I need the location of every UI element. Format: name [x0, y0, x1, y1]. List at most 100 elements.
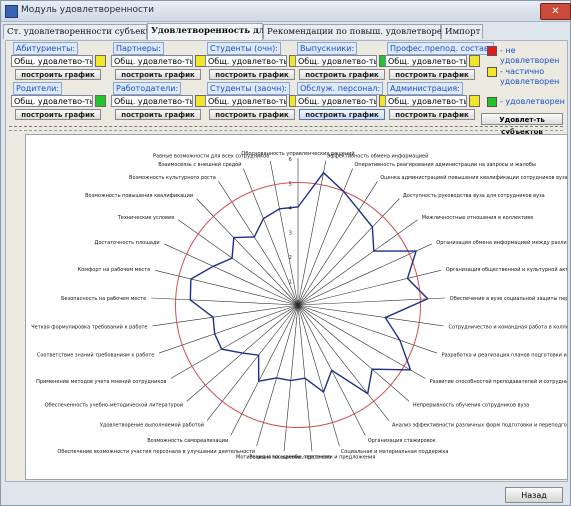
category-label: Четкая формулировка требований к работе	[31, 324, 147, 331]
category-label: Возможность культурного роста	[129, 175, 216, 181]
group-label: Партнеры:	[113, 42, 164, 55]
build-chart-button[interactable]: построить график	[209, 109, 295, 120]
radar-chart-frame: 1 2 3 4 5 6 Обоснованность управленческих реше…	[25, 134, 568, 480]
group-label: Студенты (заочн):	[207, 82, 291, 95]
category-label: Обеспечение в вузе социальной защиты пер…	[450, 295, 567, 302]
category-label: Соответствие знаний требованиям к работе	[37, 352, 155, 359]
radar-spoke	[196, 198, 299, 306]
build-chart-button[interactable]: построить график	[299, 69, 385, 80]
group-students-parttime: Студенты (заочн): Общ. удовлетво-ть: постр…	[205, 82, 300, 120]
app-icon	[5, 5, 18, 18]
build-chart-button[interactable]: построить график	[389, 69, 475, 80]
build-chart-button[interactable]: построить график	[115, 109, 201, 120]
group-students-fulltime: Студенты (очн): Общ. удовлетво-ть: построи…	[205, 42, 300, 80]
category-label: Возможность самореализации	[147, 438, 228, 444]
app-window: Модуль удовлетворенности ✕ Ст. удовлетво…	[0, 0, 571, 506]
radar-spoke	[283, 304, 299, 452]
build-chart-button[interactable]: построить график	[209, 69, 295, 80]
tab-import[interactable]: Импорт	[441, 24, 483, 39]
legend-swatch-red	[487, 46, 497, 56]
satisfaction-indicator	[95, 95, 106, 107]
radar-chart: 123456Обоснованность управленческих реше…	[31, 150, 567, 460]
divider	[9, 126, 563, 127]
legend-label-unsatisfied: - не удовлетворен	[500, 46, 560, 65]
radial-tick-label: 6	[289, 157, 293, 163]
category-label: Межличностные отношения в коллективе	[422, 215, 534, 221]
satisfaction-field[interactable]: Общ. удовлетво-ть:	[111, 55, 193, 67]
group-applicants: Абитуриенты: Общ. удовлетво-ть: построить …	[11, 42, 106, 80]
build-chart-button[interactable]: построить график	[299, 109, 385, 120]
category-label: Равные возможности для всех сотрудников	[153, 154, 269, 160]
group-label: Абитуриенты:	[13, 42, 79, 55]
radar-spoke	[297, 219, 418, 306]
satisfaction-indicator	[95, 55, 106, 67]
satisfaction-field[interactable]: Общ. удовлетво-ть:	[111, 95, 193, 107]
category-label: Достаточность площади	[95, 240, 160, 246]
category-label: Анализ эффективности различных форм подг…	[392, 423, 567, 429]
title-bar: Модуль удовлетворенности ✕	[1, 1, 571, 22]
radar-spoke	[297, 304, 410, 402]
category-label: Технические условия	[117, 215, 175, 221]
category-label: Оценка администрацией повышения квалифик…	[380, 174, 567, 181]
satisfaction-indicator	[469, 55, 480, 67]
radar-spoke	[178, 219, 299, 306]
satisfaction-field[interactable]: Общ. удовлетво-ть:	[205, 95, 287, 107]
build-chart-button[interactable]: построить график	[115, 69, 201, 80]
divider	[9, 130, 563, 131]
group-parents: Родители: Общ. удовлетво-ть: построить гра…	[11, 82, 106, 120]
satisfaction-field[interactable]: Общ. удовлетво-ть:	[385, 55, 467, 67]
category-label: Удовлетворение выполняемой работой	[100, 422, 204, 429]
build-chart-button[interactable]: построить график	[15, 109, 101, 120]
group-teaching-staff: Профес.препод. состав: Общ. удовлетво-ть:…	[385, 42, 495, 80]
category-label: Обеспеченность учебно-методической литер…	[45, 402, 183, 409]
radar-spoke	[297, 304, 390, 421]
group-administration: Администрация: Общ. удовлетво-ть: построит…	[385, 82, 480, 120]
radar-spoke	[256, 304, 299, 447]
legend-label-partial-1: - частично	[500, 67, 545, 76]
category-label: Доступность руководства вуза для сотрудн…	[403, 193, 545, 199]
group-label: Обслуж. персонал:	[297, 82, 384, 95]
legend-label-partial-2: удовлетворен	[500, 77, 560, 86]
category-label: Возможность повышения квалификации	[85, 193, 193, 199]
category-label: Взаимосвязь с внешней средой	[158, 161, 241, 168]
window-title: Модуль удовлетворенности	[21, 5, 155, 15]
radar-spoke	[297, 198, 400, 306]
category-label: Оперативность реагирования администрации…	[355, 162, 536, 168]
build-chart-button[interactable]: построить график	[389, 109, 475, 120]
build-chart-button[interactable]: построить график	[15, 69, 101, 80]
group-label: Студенты (очн):	[207, 42, 281, 55]
group-employers: Работодатели: Общ. удовлетво-ть: построить…	[111, 82, 206, 120]
group-label: Профес.препод. состав:	[387, 42, 495, 55]
category-label: Организация общественной и культурной ак…	[446, 266, 567, 273]
category-label: Развитие способностей преподавателей и с…	[430, 378, 567, 385]
radar-spoke	[206, 304, 299, 421]
radial-tick-label: 2	[289, 255, 293, 261]
tab-recommendations[interactable]: Рекомендации по повыш. удовлетворенности	[263, 24, 474, 39]
category-label: Эффективность обмена информацией	[327, 153, 429, 160]
back-button[interactable]: Назад	[505, 487, 563, 503]
satisfaction-indicator	[469, 95, 480, 107]
radar-spoke	[297, 304, 340, 447]
tab-lpr-satisfaction[interactable]: Удовлетворенность для ЛПР	[147, 23, 296, 40]
category-label: Обеспечение возможности участия персонал…	[57, 449, 255, 455]
tab-subject-satisfaction[interactable]: Ст. удовлетворенности субъектов	[3, 24, 160, 39]
satisfaction-field[interactable]: Общ. удовлетво-ть:	[11, 95, 93, 107]
satisfaction-field[interactable]: Общ. удовлетво-ть:	[205, 55, 287, 67]
category-label: Применение методов учета мнений сотрудни…	[36, 378, 166, 385]
legend-swatch-green	[487, 97, 497, 107]
radar-spoke	[164, 243, 299, 306]
satisfaction-field[interactable]: Общ. удовлетво-ть:	[295, 95, 377, 107]
satisfaction-field[interactable]: Общ. удовлетво-ть:	[385, 95, 467, 107]
group-label: Работодатели:	[113, 82, 182, 95]
group-partners: Партнеры: Общ. удовлетво-ть: построить гра…	[111, 42, 206, 80]
radar-spoke	[151, 297, 299, 306]
close-button[interactable]: ✕	[540, 3, 571, 20]
radar-spoke	[152, 304, 299, 327]
group-label: Родители:	[13, 82, 63, 95]
satisfaction-field[interactable]: Общ. удовлетво-ть:	[295, 55, 377, 67]
subjects-satisfaction-button[interactable]: Удовлет-ть субъектов	[481, 113, 563, 136]
radial-tick-label: 1	[289, 280, 293, 286]
category-label: Организация стажировок	[368, 438, 436, 444]
legend-swatch-yellow	[487, 67, 497, 77]
satisfaction-field[interactable]: Общ. удовлетво-ть:	[11, 55, 93, 67]
